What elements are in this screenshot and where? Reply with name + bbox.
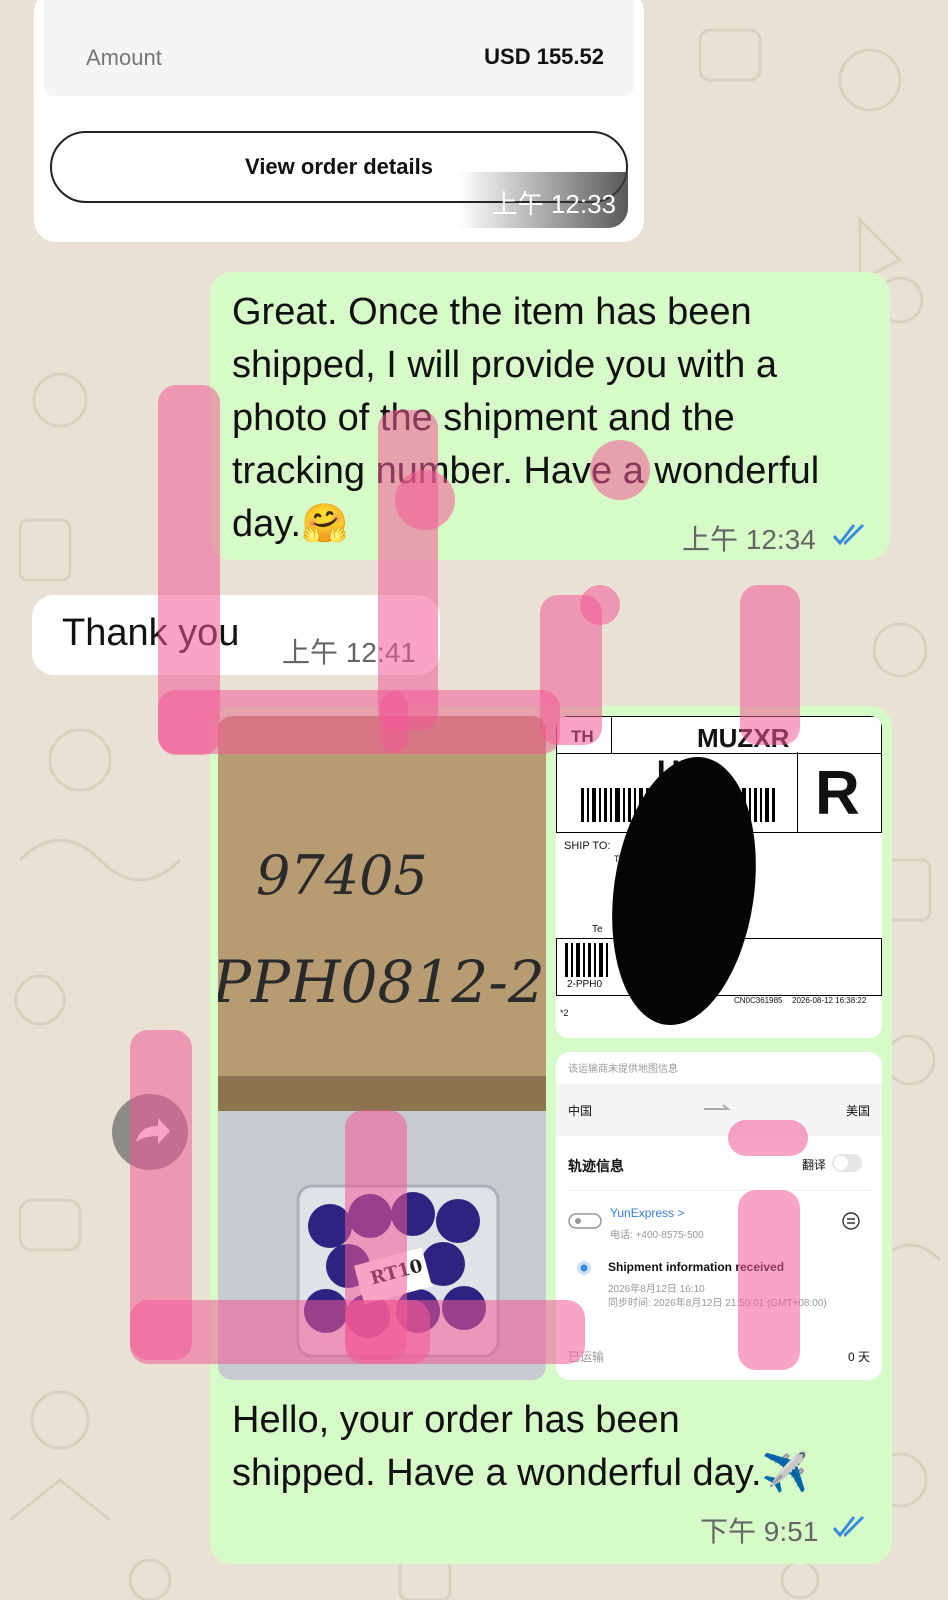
message-3-time: 下午 9:51 xyxy=(700,1516,819,1547)
carrier-phone: 电话: +400-8575-500 xyxy=(610,1230,704,1241)
label-header: TH MUZXR xyxy=(556,716,882,754)
shipping-label-image[interactable]: TH MUZXR US R SHIP TO: To CA Te 260665 xyxy=(556,716,882,1038)
outgoing-media-message[interactable]: 97405 PPH0812-2 RT10 TH MUZXR US R xyxy=(210,706,892,1564)
message-1-text: Great. Once the item has been shipped, I… xyxy=(232,286,819,551)
label-datetime: 2026-08-12 16:38:22 xyxy=(792,996,867,1005)
airplane-emoji: ✈️ xyxy=(761,1452,809,1494)
status-dot-icon xyxy=(577,1261,591,1275)
tracking-event-time: 2026年8月12日 16:10 xyxy=(608,1284,705,1295)
route-origin: 中国 xyxy=(568,1104,593,1118)
handwritten-number: 97405 xyxy=(256,844,428,907)
package-photo[interactable]: 97405 PPH0812-2 RT10 xyxy=(218,716,546,1380)
message-1-line: tracking number. Have a wonderful xyxy=(232,450,820,492)
map-notice: 该运输商未提供地图信息 xyxy=(568,1064,678,1075)
tracking-screenshot[interactable]: 该运输商未提供地图信息 中国 美国 轨迹信息 翻译 YunExpress > 电… xyxy=(556,1052,882,1380)
amount-value: USD 155.52 xyxy=(484,44,604,69)
label-service-code: R xyxy=(815,759,860,828)
message-3-text: Hello, your order has been shipped. Have… xyxy=(232,1394,809,1500)
handwritten-reference: PPH0812-2 xyxy=(218,948,545,1016)
label-phone-prefix: Te xyxy=(592,924,603,935)
message-1-line: photo of the shipment and the xyxy=(232,397,735,439)
order-card-message: Amount USD 155.52 View order details 上午 … xyxy=(34,0,644,242)
tracking-section-title: 轨迹信息 xyxy=(568,1158,624,1174)
card-timestamp: 上午 12:33 xyxy=(491,189,616,219)
transit-days: 0 天 xyxy=(847,1350,870,1364)
message-3-line: Hello, your order has been xyxy=(232,1399,680,1441)
route-arrow-icon xyxy=(704,1104,731,1110)
read-receipt-icon xyxy=(832,1515,865,1538)
label-ship-to: SHIP TO: xyxy=(564,840,611,852)
translate-toggle[interactable] xyxy=(832,1154,862,1172)
outgoing-message-1[interactable]: Great. Once the item has been shipped, I… xyxy=(210,272,890,560)
small-barcode-icon xyxy=(565,943,608,977)
incoming-message-thank-you[interactable]: Thank you 上午 12:41 xyxy=(32,595,440,675)
translate-label: 翻译 xyxy=(802,1158,827,1172)
carrier-logo-icon xyxy=(568,1213,602,1229)
route-destination: 美国 xyxy=(845,1104,870,1118)
tracking-event: Shipment information received xyxy=(608,1260,785,1274)
carrier-link[interactable]: YunExpress > xyxy=(610,1206,684,1220)
message-1-time: 上午 12:34 xyxy=(682,524,816,555)
message-1-last-line: day. xyxy=(232,503,302,545)
message-1-line: shipped, I will provide you with a xyxy=(232,344,777,386)
forward-icon xyxy=(136,1118,170,1144)
read-receipt-icon xyxy=(832,523,865,546)
label-country-code: TH xyxy=(571,727,594,746)
label-small-note: *2 xyxy=(560,1008,569,1018)
label-channel: CN0C361985 xyxy=(734,996,783,1005)
transit-status-label: 已运输 xyxy=(568,1350,605,1364)
tracking-sync-time: 同步时间: 2026年8月12日 21:50:01 (GMT+08:00) xyxy=(608,1298,827,1309)
amount-row: Amount USD 155.52 xyxy=(44,0,634,96)
card-timestamp-overlay: 上午 12:33 xyxy=(458,172,628,228)
amount-label: Amount xyxy=(86,45,162,70)
message-3-last-line: shipped. Have a wonderful day. xyxy=(232,1452,762,1494)
route-row: 中国 美国 xyxy=(556,1084,882,1136)
label-sender-code: MUZXR xyxy=(697,723,790,753)
hugging-face-emoji: 🤗 xyxy=(301,503,349,545)
label-reference: 2-PPH0 xyxy=(567,979,603,990)
message-2-time: 上午 12:41 xyxy=(282,637,416,668)
message-1-line: Great. Once the item has been xyxy=(232,291,752,333)
swap-icon[interactable] xyxy=(842,1212,860,1230)
forward-button[interactable] xyxy=(112,1094,188,1170)
message-2-text: Thank you xyxy=(62,612,240,654)
message-3-line: shipped. Have a wonderful day.✈️ xyxy=(232,1447,809,1500)
